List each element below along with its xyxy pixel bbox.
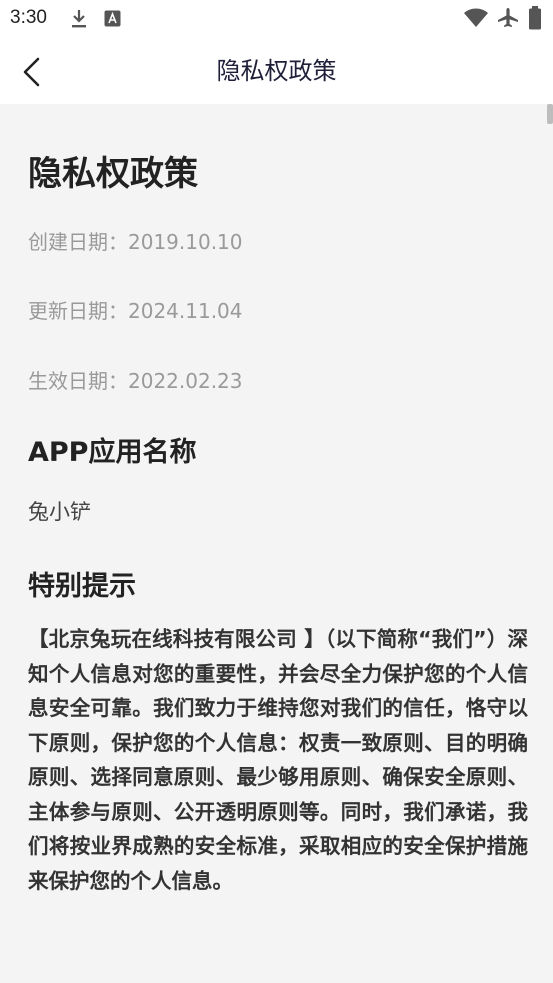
special-notice-body: 【北京兔玩在线科技有限公司 】（以下简称“我们”）深知个人信息对您的重要性，并会… [28,627,528,893]
special-notice-heading: 特别提示 [28,571,136,602]
wifi-icon [464,8,488,27]
status-bar: 3:30 [0,0,553,38]
page-title: 隐私权政策 [216,57,337,85]
app-name-value: 兔小铲 [28,500,91,524]
a11y-a-icon [104,10,121,27]
back-button[interactable] [12,52,52,92]
updated-date: 更新日期：2024.11.04 [28,299,243,323]
document-title: 隐私权政策 [28,154,198,194]
status-time: 3:30 [10,7,47,28]
effective-date: 生效日期：2022.02.23 [28,369,243,393]
airplane-icon [498,8,518,27]
top-nav-bar: 隐私权政策 [0,38,553,104]
scrollbar-thumb[interactable] [547,104,553,124]
chevron-left-icon [23,57,40,87]
app-name-heading: APP应用名称 [28,437,197,468]
battery-icon [529,6,541,30]
created-date: 创建日期：2019.10.10 [28,230,243,254]
download-icon [72,10,86,28]
